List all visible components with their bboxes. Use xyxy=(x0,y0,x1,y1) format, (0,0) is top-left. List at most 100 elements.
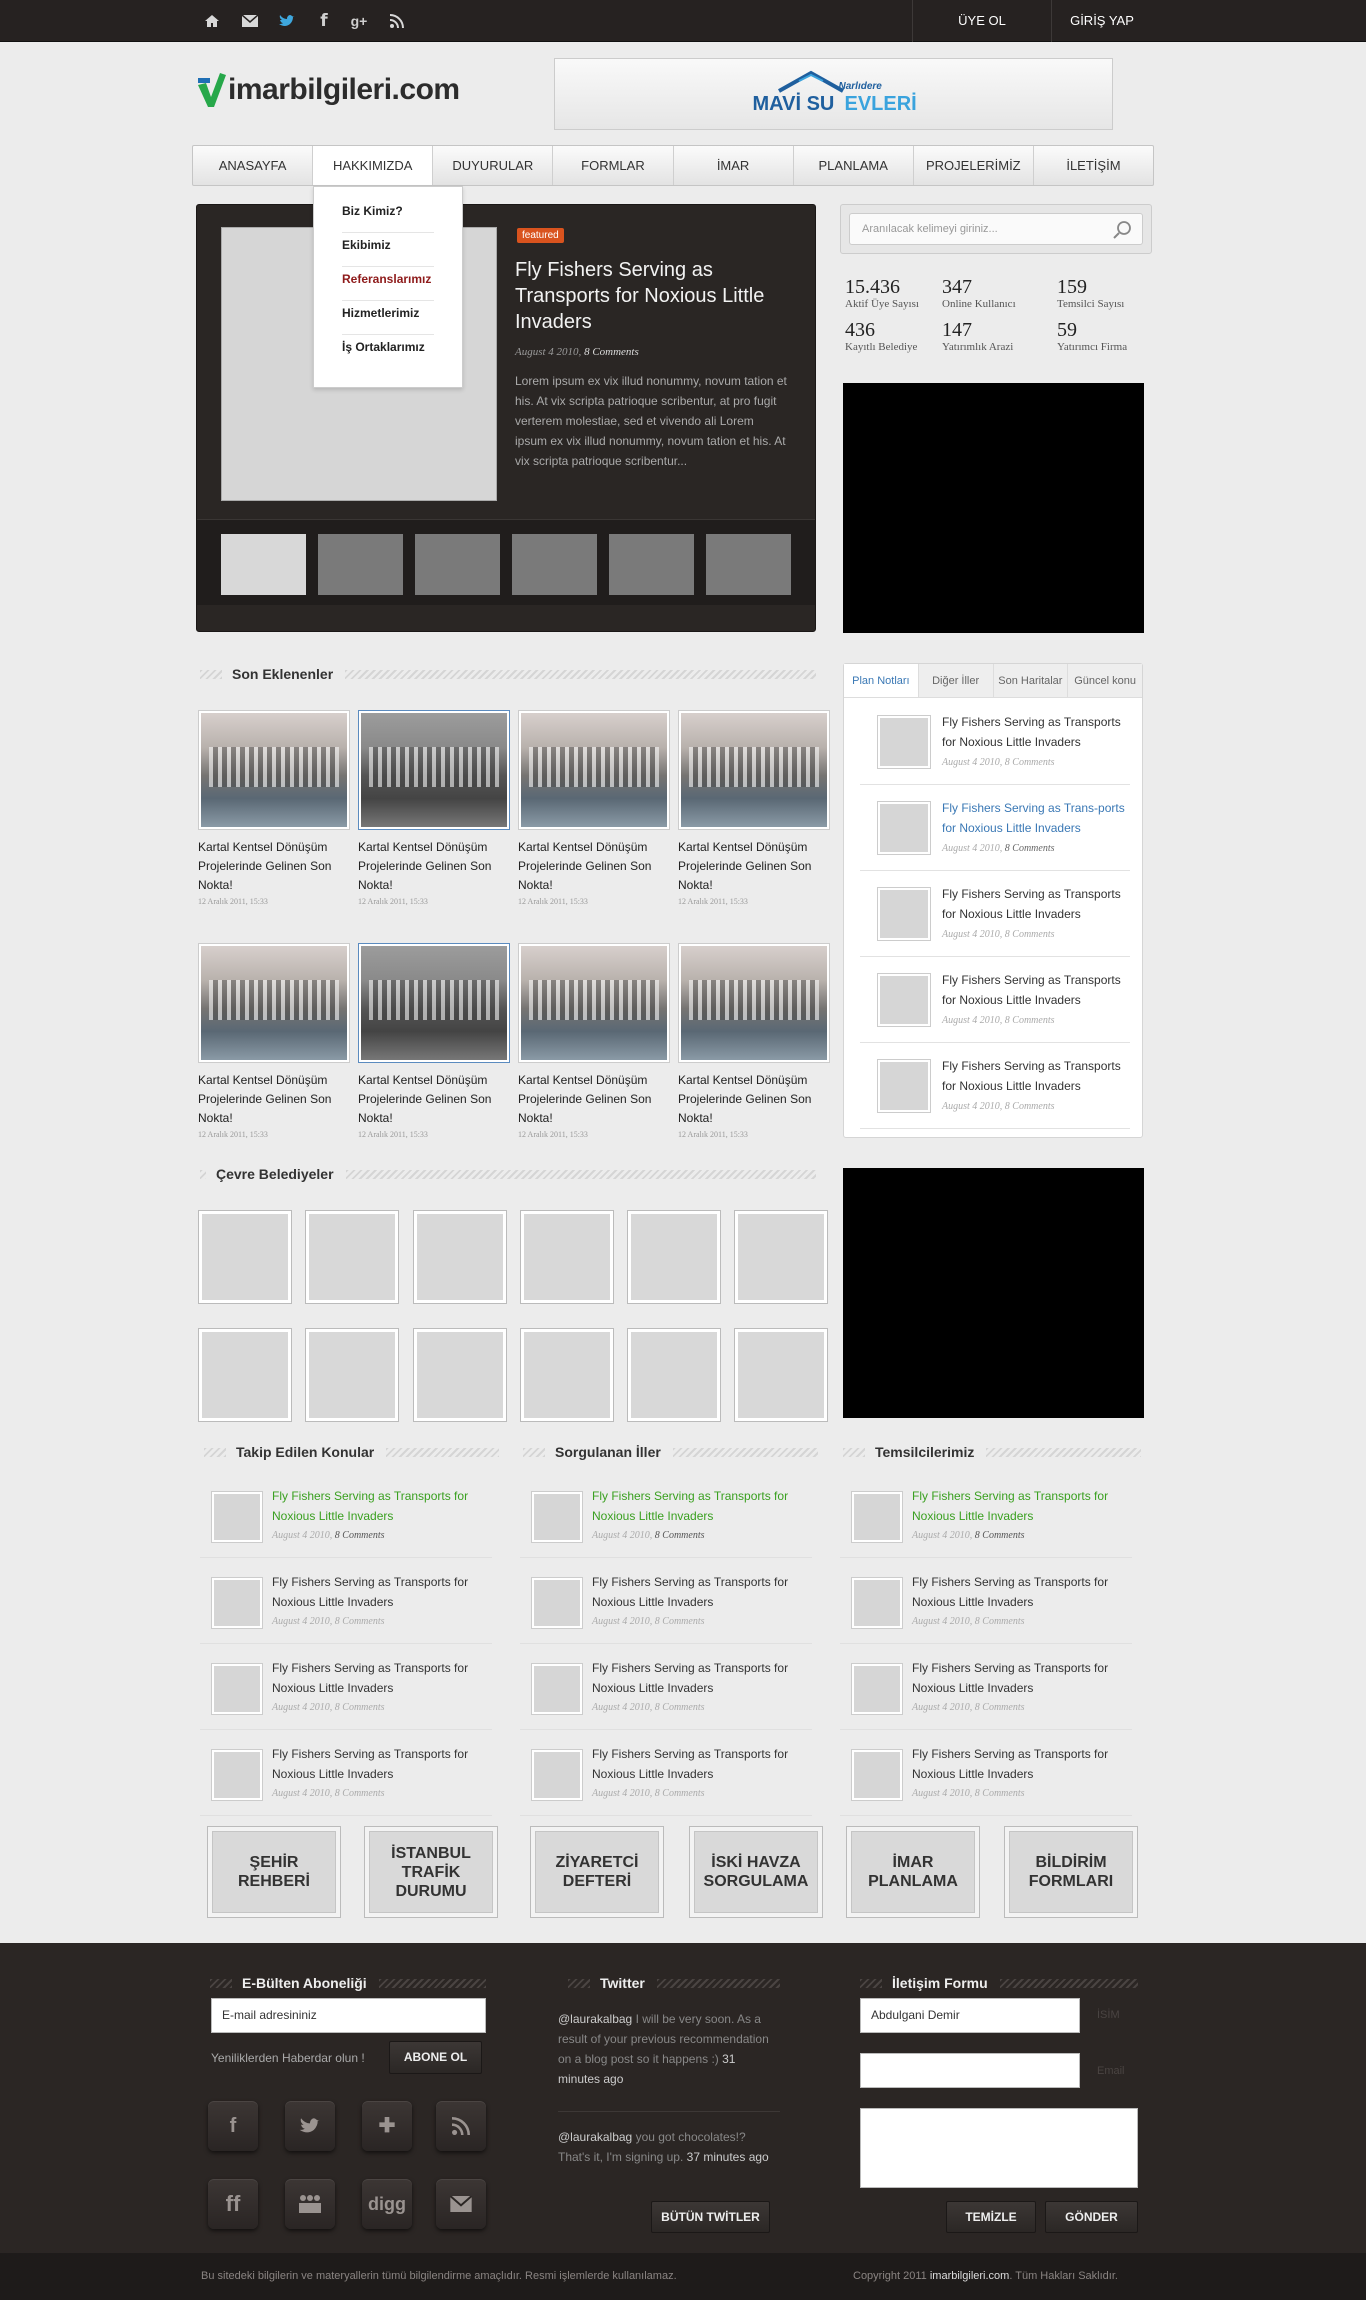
tab-item-title[interactable]: Fly Fishers Serving as Transports for No… xyxy=(942,970,1127,1010)
news-card-caption[interactable]: Kartal Kentsel Dönüşüm Projelerinde Geli… xyxy=(358,1071,510,1128)
tab-guncel-konu[interactable]: Güncel konu xyxy=(1068,664,1142,697)
news-card[interactable]: Kartal Kentsel Dönüşüm Projelerinde Geli… xyxy=(678,710,830,906)
nav-anasayfa[interactable]: ANASAYFA xyxy=(193,146,314,185)
news-card-image[interactable] xyxy=(678,710,830,830)
list-item-thumb[interactable] xyxy=(532,1664,582,1714)
dropdown-item-biz-kimiz[interactable]: Biz Kimiz? xyxy=(342,199,434,233)
list-item-thumb[interactable] xyxy=(532,1492,582,1542)
contact-message-textarea[interactable] xyxy=(860,2108,1138,2188)
slide-thumb[interactable] xyxy=(609,534,694,595)
list-item-title[interactable]: Fly Fishers Serving as Transports for No… xyxy=(592,1572,807,1612)
search-input[interactable]: Aranılacak kelimeyi giriniz... xyxy=(849,213,1143,245)
register-link[interactable]: ÜYE OL xyxy=(912,0,1052,42)
list-item-thumb[interactable] xyxy=(852,1492,902,1542)
nav-iletisim[interactable]: İLETİŞİM xyxy=(1034,146,1153,185)
all-tweets-button[interactable]: BÜTÜN TWİTLER xyxy=(651,2201,770,2233)
news-card-image[interactable] xyxy=(518,710,670,830)
ad-box-bottom[interactable] xyxy=(843,1168,1144,1418)
list-item-thumb[interactable] xyxy=(212,1578,262,1628)
news-card-image[interactable] xyxy=(678,943,830,1063)
news-card-caption[interactable]: Kartal Kentsel Dönüşüm Projelerinde Geli… xyxy=(198,838,350,895)
news-card-image[interactable] xyxy=(358,710,510,830)
twitter-icon[interactable] xyxy=(276,10,298,32)
municipality-logo[interactable] xyxy=(521,1211,613,1303)
list-item-title[interactable]: Fly Fishers Serving as Transports for No… xyxy=(592,1658,807,1698)
dropdown-item-referanslarimiz[interactable]: Referanslarımız xyxy=(342,267,434,301)
list-item-title[interactable]: Fly Fishers Serving as Transports for No… xyxy=(272,1486,487,1526)
tab-item-title[interactable]: Fly Fishers Serving as Trans-ports for N… xyxy=(942,798,1127,838)
list-item-title[interactable]: Fly Fishers Serving as Transports for No… xyxy=(272,1572,487,1612)
list-item-thumb[interactable] xyxy=(212,1750,262,1800)
login-link[interactable]: GİRİŞ YAP xyxy=(1052,0,1152,42)
rss-icon[interactable] xyxy=(386,10,408,32)
quick-iski-havza-button[interactable]: İSKİ HAVZA SORGULAMA xyxy=(689,1826,823,1918)
list-item-title[interactable]: Fly Fishers Serving as Transports for No… xyxy=(912,1486,1127,1526)
news-card[interactable]: Kartal Kentsel Dönüşüm Projelerinde Geli… xyxy=(678,943,830,1139)
list-item-title[interactable]: Fly Fishers Serving as Transports for No… xyxy=(592,1486,807,1526)
slide-thumb[interactable] xyxy=(415,534,500,595)
quick-bildirim-formlari-button[interactable]: BİLDİRİM FORMLARI xyxy=(1004,1826,1138,1918)
mail-icon[interactable] xyxy=(239,10,261,32)
tab-item-title[interactable]: Fly Fishers Serving as Transports for No… xyxy=(942,1056,1127,1096)
dropdown-item-hizmetlerimiz[interactable]: Hizmetlerimiz xyxy=(342,301,434,335)
list-item-title[interactable]: Fly Fishers Serving as Transports for No… xyxy=(912,1744,1127,1784)
news-card[interactable]: Kartal Kentsel Dönüşüm Projelerinde Geli… xyxy=(518,943,670,1139)
slide-comments[interactable]: 8 Comments xyxy=(584,346,639,358)
list-item-title[interactable]: Fly Fishers Serving as Transports for No… xyxy=(912,1658,1127,1698)
list-item-thumb[interactable] xyxy=(852,1750,902,1800)
municipality-logo[interactable] xyxy=(735,1211,827,1303)
tab-item-thumb[interactable] xyxy=(878,802,930,854)
municipality-logo[interactable] xyxy=(306,1211,398,1303)
nav-planlama[interactable]: PLANLAMA xyxy=(794,146,914,185)
dropdown-item-ekibimiz[interactable]: Ekibimiz xyxy=(342,233,434,267)
google-plus-icon[interactable]: g+ xyxy=(348,10,370,32)
email-icon[interactable] xyxy=(436,2179,486,2229)
quick-istanbul-trafik-button[interactable]: İSTANBUL TRAFİK DURUMU xyxy=(364,1826,498,1918)
search-icon[interactable] xyxy=(1112,220,1132,240)
tab-son-haritalar[interactable]: Son Haritalar xyxy=(994,664,1069,697)
news-card-image[interactable] xyxy=(198,943,350,1063)
list-item-title[interactable]: Fly Fishers Serving as Transports for No… xyxy=(912,1572,1127,1612)
news-card-image[interactable] xyxy=(358,943,510,1063)
dropdown-item-is-ortaklarimiz[interactable]: İş Ortaklarımız xyxy=(342,335,434,369)
municipality-logo[interactable] xyxy=(306,1329,398,1421)
news-card[interactable]: Kartal Kentsel Dönüşüm Projelerinde Geli… xyxy=(198,710,350,906)
list-item-title[interactable]: Fly Fishers Serving as Transports for No… xyxy=(592,1744,807,1784)
nav-formlar[interactable]: FORMLAR xyxy=(553,146,674,185)
nav-imar[interactable]: İMAR xyxy=(674,146,794,185)
nav-duyurular[interactable]: DUYURULAR xyxy=(433,146,554,185)
header-banner[interactable]: Narlıdere MAVİ SU EVLERİ xyxy=(554,58,1113,130)
news-card-caption[interactable]: Kartal Kentsel Dönüşüm Projelerinde Geli… xyxy=(518,838,670,895)
list-item-thumb[interactable] xyxy=(212,1664,262,1714)
myspace-icon[interactable] xyxy=(285,2179,335,2229)
news-card-caption[interactable]: Kartal Kentsel Dönüşüm Projelerinde Geli… xyxy=(198,1071,350,1128)
news-card[interactable]: Kartal Kentsel Dönüşüm Projelerinde Geli… xyxy=(358,943,510,1139)
rss-icon[interactable] xyxy=(436,2101,486,2151)
clear-button[interactable]: TEMİZLE xyxy=(946,2201,1036,2233)
friendfeed-icon[interactable]: ff xyxy=(208,2179,258,2229)
news-card[interactable]: Kartal Kentsel Dönüşüm Projelerinde Geli… xyxy=(358,710,510,906)
list-item-thumb[interactable] xyxy=(852,1578,902,1628)
contact-name-input[interactable]: Abdulgani Demir xyxy=(860,1998,1080,2033)
facebook-icon[interactable]: f xyxy=(313,10,335,32)
list-item-title[interactable]: Fly Fishers Serving as Transports for No… xyxy=(272,1744,487,1784)
slide-thumb[interactable] xyxy=(706,534,791,595)
news-card-caption[interactable]: Kartal Kentsel Dönüşüm Projelerinde Geli… xyxy=(518,1071,670,1128)
site-logo[interactable]: imarbilgileri.com xyxy=(198,68,460,112)
municipality-logo[interactable] xyxy=(199,1329,291,1421)
send-button[interactable]: GÖNDER xyxy=(1045,2201,1138,2233)
twitter-icon[interactable] xyxy=(285,2101,335,2151)
tab-item-thumb[interactable] xyxy=(878,974,930,1026)
digg-icon[interactable]: digg xyxy=(362,2179,412,2229)
slide-title[interactable]: Fly Fishers Serving as Transports for No… xyxy=(515,257,787,335)
tab-item-title[interactable]: Fly Fishers Serving as Transports for No… xyxy=(942,712,1127,752)
nav-hakkimizda[interactable]: HAKKIMIZDA xyxy=(313,146,434,185)
subscribe-button[interactable]: ABONE OL xyxy=(389,2041,482,2074)
news-card-image[interactable] xyxy=(518,943,670,1063)
plus-icon[interactable]: ✚ xyxy=(362,2101,412,2151)
list-item-title[interactable]: Fly Fishers Serving as Transports for No… xyxy=(272,1658,487,1698)
news-card[interactable]: Kartal Kentsel Dönüşüm Projelerinde Geli… xyxy=(198,943,350,1139)
ad-box-top[interactable] xyxy=(843,383,1144,633)
nav-projelerimiz[interactable]: PROJELERİMİZ xyxy=(914,146,1034,185)
municipality-logo[interactable] xyxy=(199,1211,291,1303)
